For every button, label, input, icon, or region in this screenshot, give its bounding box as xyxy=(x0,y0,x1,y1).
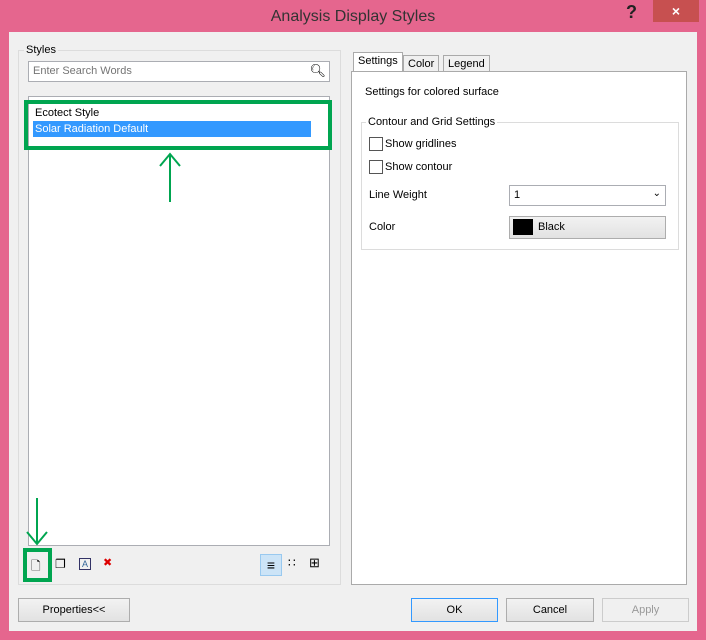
line-weight-label: Line Weight xyxy=(369,189,427,201)
arrow-up-annotation xyxy=(159,152,181,202)
show-gridlines-checkbox[interactable] xyxy=(369,137,383,151)
cancel-button[interactable]: Cancel xyxy=(506,598,594,622)
list-view-icon[interactable]: ≡ xyxy=(260,554,282,576)
chevron-down-icon: ⌄ xyxy=(652,188,661,199)
search-input[interactable]: 🔍︎ xyxy=(28,61,330,82)
tab-settings[interactable]: Settings xyxy=(353,52,403,73)
show-gridlines-label: Show gridlines xyxy=(385,138,457,150)
styles-label: Styles xyxy=(24,44,58,56)
rename-icon[interactable]: A xyxy=(79,558,92,570)
properties-button[interactable]: Properties<< xyxy=(18,598,130,622)
window-title: Analysis Display Styles xyxy=(270,8,436,25)
show-contour-checkbox[interactable] xyxy=(369,160,383,174)
delete-icon[interactable]: ✖ xyxy=(103,556,112,569)
color-value: Black xyxy=(538,221,565,233)
color-button[interactable]: Black xyxy=(509,216,666,239)
settings-heading: Settings for colored surface xyxy=(365,86,499,98)
new-style-icon[interactable]: 🗋 xyxy=(31,557,41,578)
help-button[interactable]: ? xyxy=(626,2,637,23)
search-icon[interactable]: 🔍︎ xyxy=(309,63,326,79)
ok-button[interactable]: OK xyxy=(411,598,498,622)
line-weight-select[interactable]: 1 ⌄ xyxy=(509,185,666,206)
color-swatch xyxy=(513,219,533,235)
large-icons-view-icon[interactable]: ⊞ xyxy=(309,555,320,571)
show-contour-label: Show contour xyxy=(385,161,453,173)
highlight-box xyxy=(24,100,332,150)
small-icons-view-icon[interactable]: ∷ xyxy=(288,556,296,570)
close-button[interactable]: × xyxy=(653,0,699,22)
line-weight-value: 1 xyxy=(514,189,521,201)
color-label: Color xyxy=(369,221,396,233)
arrow-down-annotation xyxy=(26,498,48,546)
apply-button[interactable]: Apply xyxy=(602,598,689,622)
contour-group-label: Contour and Grid Settings xyxy=(366,116,498,128)
duplicate-icon[interactable]: ❐ xyxy=(55,557,66,571)
search-field[interactable] xyxy=(31,64,305,78)
